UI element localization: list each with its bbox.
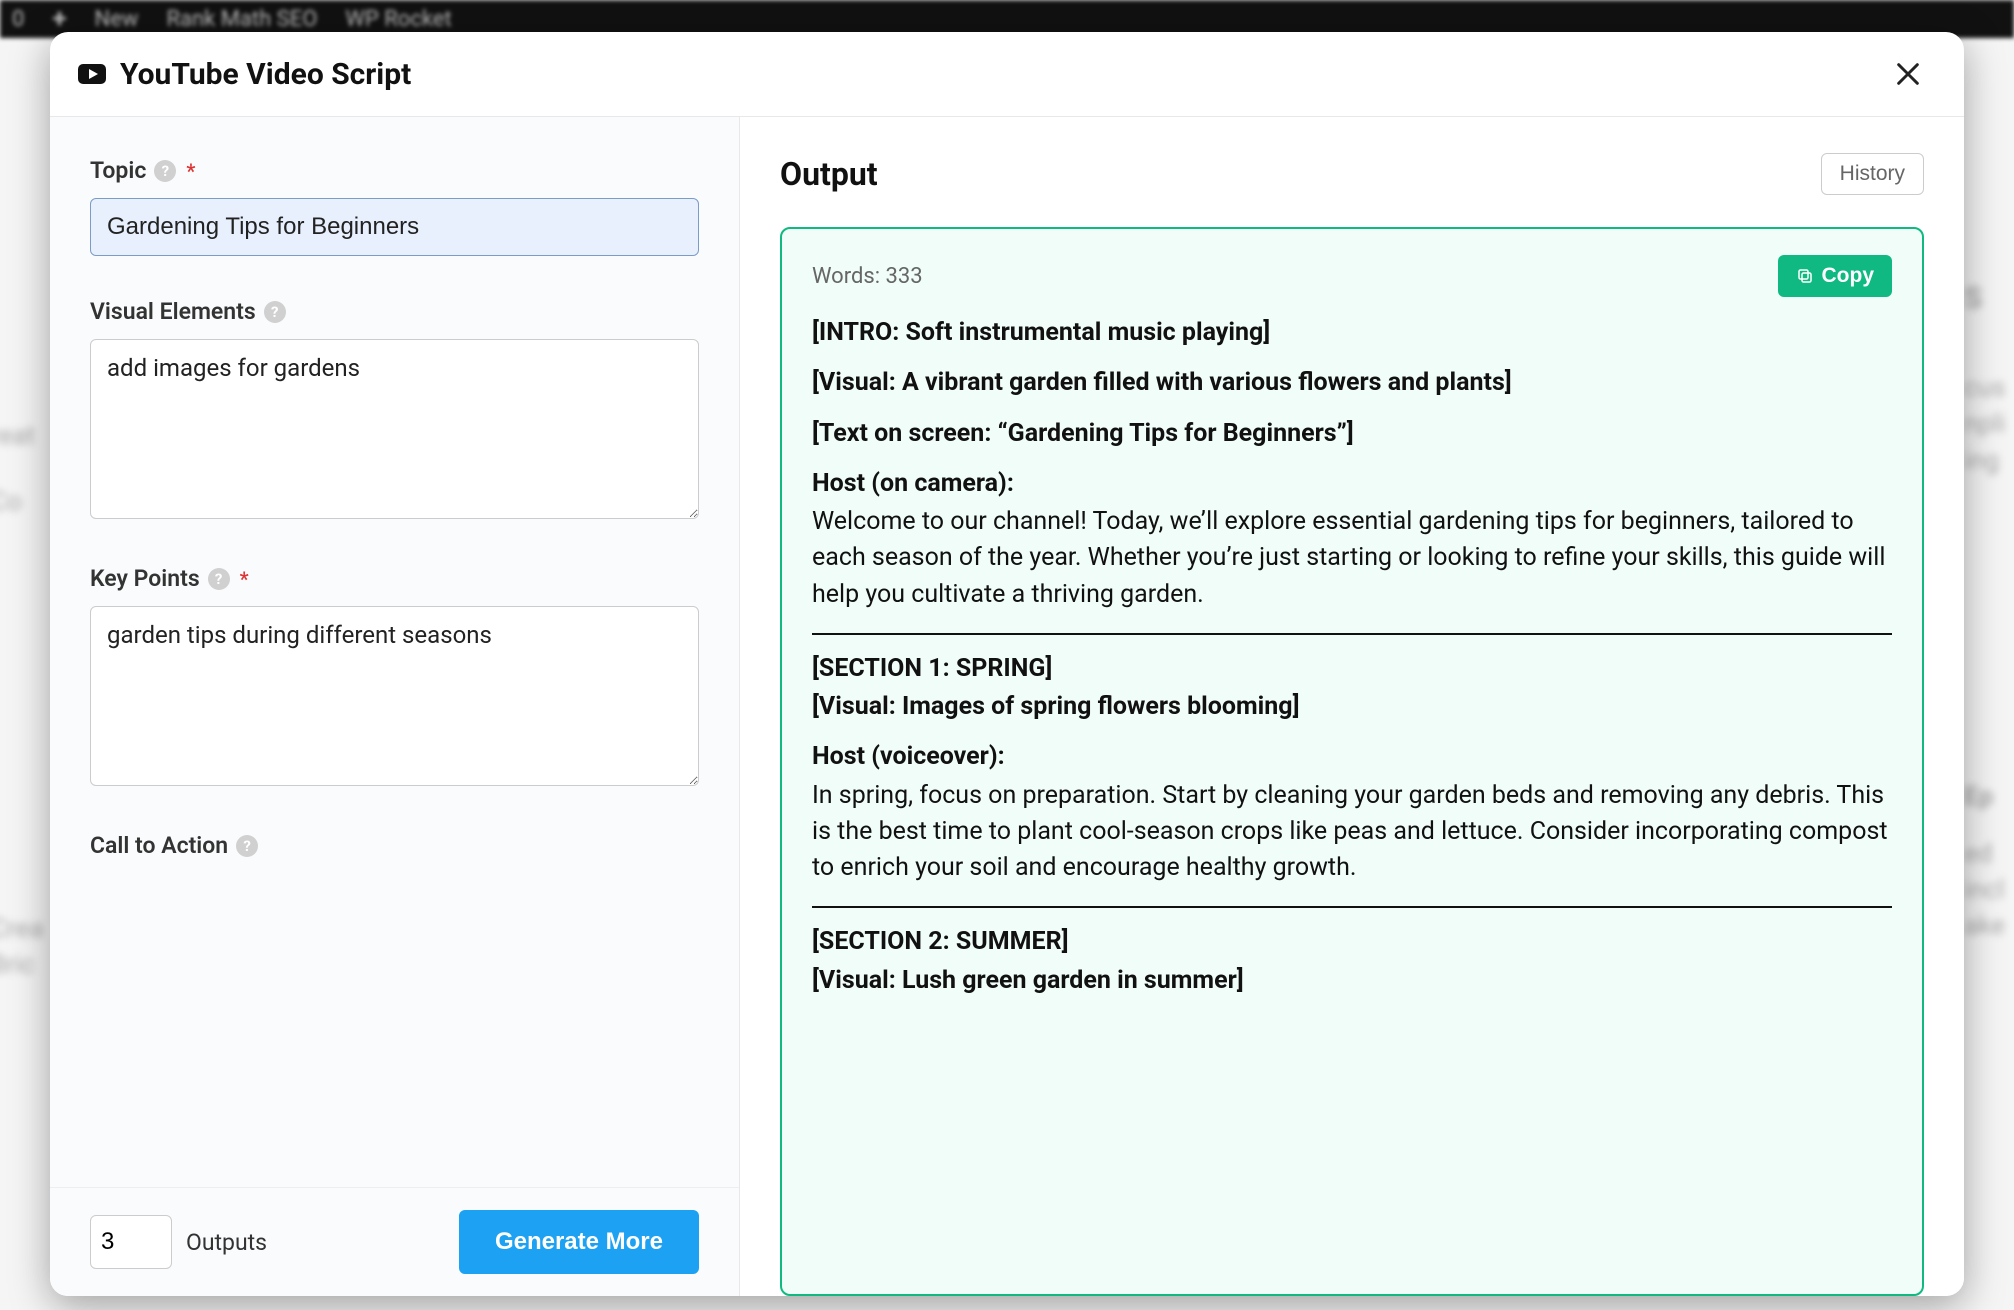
output-card: Words: 333 Copy [INTRO: Soft instrumenta… — [780, 227, 1924, 1296]
required-indicator: * — [240, 567, 249, 591]
close-icon — [1894, 60, 1922, 88]
history-button[interactable]: History — [1821, 153, 1924, 195]
script-intro: [INTRO: Soft instrumental music playing] — [812, 315, 1892, 351]
generate-more-button[interactable]: Generate More — [459, 1210, 699, 1274]
script-visual: [Visual: A vibrant garden filled with va… — [812, 365, 1892, 401]
script-text-on-screen: [Text on screen: “Gardening Tips for Beg… — [812, 416, 1892, 452]
copy-icon — [1796, 267, 1814, 285]
topbar-wprocket: WP Rocket — [345, 7, 451, 32]
output-panel: Output History Words: 333 Copy [INTRO: S… — [740, 117, 1964, 1296]
topbar-new: New — [95, 7, 139, 32]
topic-input[interactable] — [90, 198, 699, 256]
help-icon[interactable]: ? — [264, 301, 286, 323]
help-icon[interactable]: ? — [236, 835, 258, 857]
required-indicator: * — [186, 159, 195, 183]
bg-text: ake — [1964, 908, 2014, 944]
keypoints-textarea[interactable]: garden tips during different seasons — [90, 606, 699, 786]
visual-label-text: Visual Elements — [90, 298, 256, 325]
close-button[interactable] — [1888, 54, 1928, 94]
modal-title: YouTube Video Script — [120, 57, 411, 92]
output-meta: Words: 333 Copy — [812, 255, 1892, 297]
script-host-text: In spring, focus on preparation. Start b… — [812, 778, 1892, 887]
keypoints-label-text: Key Points — [90, 565, 200, 592]
bg-text: incl — [1964, 872, 2014, 908]
script-divider — [812, 906, 1892, 908]
modal-header: YouTube Video Script — [50, 32, 1964, 117]
topbar-rankmath: Rank Math SEO — [166, 7, 317, 32]
script-host-text: Welcome to our channel! Today, we’ll exp… — [812, 504, 1892, 613]
script-visual: [Visual: Images of spring flowers bloomi… — [812, 689, 1892, 725]
outputs-label: Outputs — [186, 1229, 267, 1256]
help-icon[interactable]: ? — [208, 568, 230, 590]
topic-label-text: Topic — [90, 157, 146, 184]
script-section: [SECTION 2: SUMMER] — [812, 924, 1892, 960]
script-visual: [Visual: Lush green garden in summer] — [812, 963, 1892, 999]
visual-textarea[interactable]: add images for gardens — [90, 339, 699, 519]
bg-text: ing — [1964, 443, 2014, 479]
script-host-label: Host (on camera): — [812, 466, 1892, 502]
script-host-label: Host (voiceover): — [812, 739, 1892, 775]
bg-text: reat — [0, 418, 50, 454]
bg-text: cus — [1964, 370, 2014, 406]
bg-text: Co — [0, 484, 50, 520]
script-divider — [812, 633, 1892, 635]
script-content: [INTRO: Soft instrumental music playing]… — [812, 315, 1892, 999]
modal-dialog: YouTube Video Script Topic ? * — [50, 32, 1964, 1296]
youtube-icon — [78, 64, 106, 84]
word-count: Words: 333 — [812, 264, 923, 289]
copy-button[interactable]: Copy — [1778, 255, 1893, 297]
script-section: [SECTION 1: SPRING] — [812, 651, 1892, 687]
cta-label-text: Call to Action — [90, 832, 228, 859]
form-footer: Outputs Generate More — [50, 1187, 739, 1296]
visual-label: Visual Elements ? — [90, 298, 699, 325]
copy-label: Copy — [1822, 264, 1875, 288]
keypoints-label: Key Points ? * — [90, 565, 699, 592]
bg-text: Ep — [1964, 779, 2014, 815]
outputs-group: Outputs — [90, 1215, 267, 1269]
output-title: Output — [780, 155, 878, 193]
form-panel: Topic ? * Visual Elements ? add images f… — [50, 117, 740, 1296]
visual-group: Visual Elements ? add images for gardens — [90, 298, 699, 523]
topbar-count: 0 — [12, 7, 24, 32]
cta-group: Call to Action ? — [90, 832, 699, 859]
form-area: Topic ? * Visual Elements ? add images f… — [50, 117, 739, 1187]
outputs-stepper[interactable] — [90, 1215, 172, 1269]
bg-text: Bric — [0, 947, 50, 983]
bg-text: Crea — [0, 911, 50, 947]
output-header: Output History — [780, 153, 1924, 195]
modal-body: Topic ? * Visual Elements ? add images f… — [50, 117, 1964, 1296]
bg-text: S — [1964, 278, 2014, 320]
plus-icon: + — [52, 4, 66, 34]
cta-label: Call to Action ? — [90, 832, 699, 859]
bg-text: npli — [1964, 406, 2014, 442]
topic-label: Topic ? * — [90, 157, 699, 184]
bg-text: ed — [1964, 836, 2014, 872]
keypoints-group: Key Points ? * garden tips during differ… — [90, 565, 699, 790]
modal-header-left: YouTube Video Script — [78, 57, 411, 92]
help-icon[interactable]: ? — [154, 160, 176, 182]
topic-group: Topic ? * — [90, 157, 699, 256]
